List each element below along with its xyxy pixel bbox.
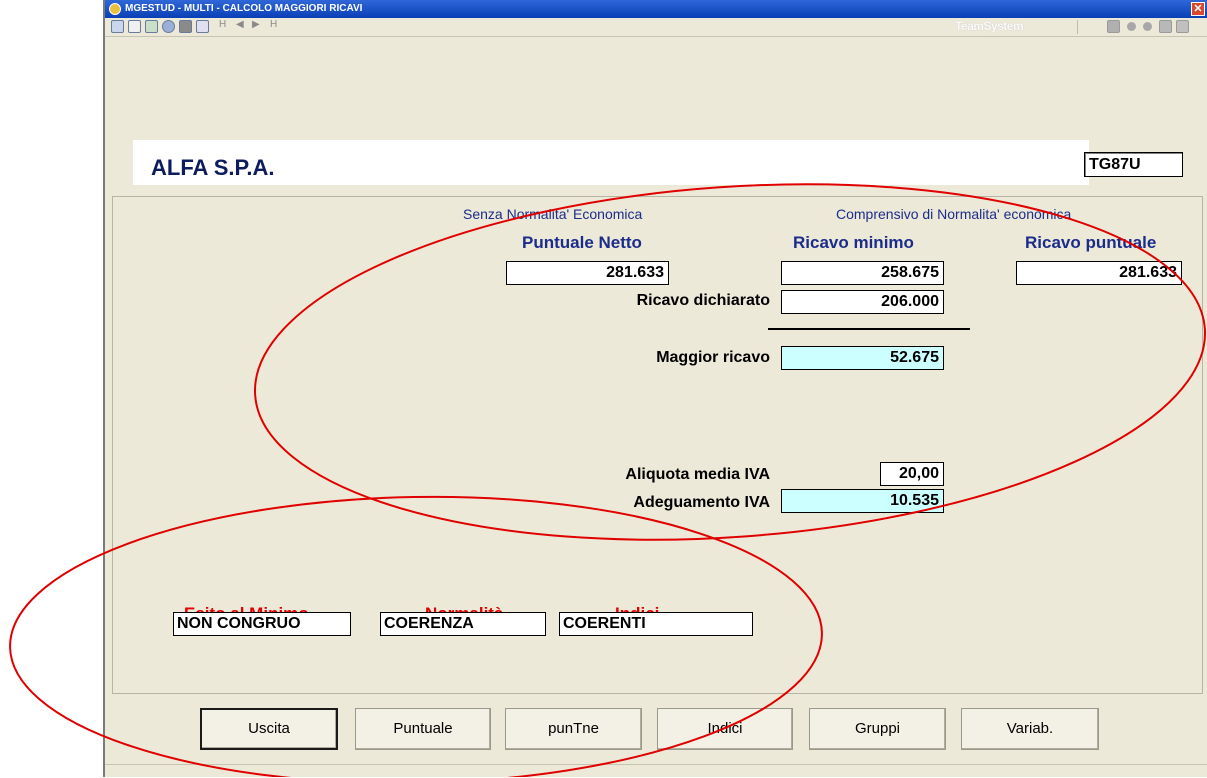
toolbar: H ◀ ▶ H TeamSystem <box>105 18 1207 52</box>
uscita-button[interactable]: Uscita <box>200 708 338 750</box>
adeguamento-iva-field[interactable]: 10.535 <box>781 489 944 513</box>
company-name: ALFA S.P.A. <box>151 155 275 180</box>
variab-button[interactable]: Variab. <box>961 708 1099 750</box>
app-icon <box>109 3 121 15</box>
application-window: MGESTUD - MULTI - CALCOLO MAGGIORI RICAV… <box>103 0 1207 777</box>
last-record-icon[interactable]: H <box>270 19 277 30</box>
company-header: ALFA S.P.A. <box>133 140 1089 185</box>
form-icon[interactable] <box>145 20 158 33</box>
print-icon[interactable] <box>1107 20 1120 33</box>
ricavo-minimo-field[interactable]: 258.675 <box>781 261 944 285</box>
document-icon[interactable] <box>128 20 141 33</box>
maggior-ricavo-field[interactable]: 52.675 <box>781 346 944 370</box>
toolbar-divider <box>1077 20 1078 34</box>
ricavo-dichiarato-label: Ricavo dichiarato <box>636 292 770 309</box>
subtraction-line <box>768 328 970 330</box>
aliquota-media-iva-field[interactable]: 20,00 <box>880 462 944 486</box>
adeguamento-iva-label: Adeguamento IVA <box>633 494 770 511</box>
subheading-comprensivo-normalita: Comprensivo di Normalita' economica <box>836 206 1072 222</box>
esito-minimo-field[interactable]: NON CONGRUO <box>173 612 351 636</box>
record-dot-icon[interactable] <box>1127 22 1136 31</box>
aliquota-media-iva-label: Aliquota media IVA <box>625 466 770 483</box>
first-record-icon[interactable]: H <box>219 19 226 30</box>
folder-icon[interactable] <box>179 20 192 33</box>
brand-logo: TeamSystem <box>955 19 1024 33</box>
previous-record-icon[interactable]: ◀ <box>236 19 244 30</box>
record-dot-icon[interactable] <box>1143 22 1152 31</box>
status-bar <box>105 764 1207 778</box>
normalita-field[interactable]: COERENZA <box>380 612 546 636</box>
puntne-button[interactable]: punTne <box>505 708 642 750</box>
tool-icon[interactable] <box>1159 20 1172 33</box>
title-bar: MGESTUD - MULTI - CALCOLO MAGGIORI RICAV… <box>105 0 1207 18</box>
help-icon[interactable] <box>196 20 209 33</box>
ricavo-puntuale-field[interactable]: 281.633 <box>1016 261 1182 285</box>
save-icon[interactable] <box>111 20 124 33</box>
edit-icon[interactable] <box>1176 20 1189 33</box>
column-heading-ricavo-puntuale: Ricavo puntuale <box>1025 233 1157 252</box>
column-heading-ricavo-minimo: Ricavo minimo <box>793 233 914 252</box>
maggior-ricavo-label: Maggior ricavo <box>656 349 770 366</box>
globe-icon[interactable] <box>162 20 175 33</box>
puntuale-button[interactable]: Puntuale <box>355 708 491 750</box>
column-heading-puntuale-netto: Puntuale Netto <box>522 233 642 252</box>
window-title: MGESTUD - MULTI - CALCOLO MAGGIORI RICAV… <box>125 3 363 14</box>
next-record-icon[interactable]: ▶ <box>252 19 260 30</box>
subheading-senza-normalita: Senza Normalita' Economica <box>463 206 643 222</box>
ricavo-dichiarato-field[interactable]: 206.000 <box>781 290 944 314</box>
company-code-field[interactable]: TG87U <box>1084 152 1183 177</box>
indici-field[interactable]: COERENTI <box>559 612 753 636</box>
puntuale-netto-field[interactable]: 281.633 <box>506 261 669 285</box>
indici-button[interactable]: Indici <box>657 708 793 750</box>
gruppi-button[interactable]: Gruppi <box>809 708 946 750</box>
toolbar-strip: H ◀ ▶ H TeamSystem <box>105 18 1207 37</box>
close-button[interactable]: ✕ <box>1191 2 1205 16</box>
